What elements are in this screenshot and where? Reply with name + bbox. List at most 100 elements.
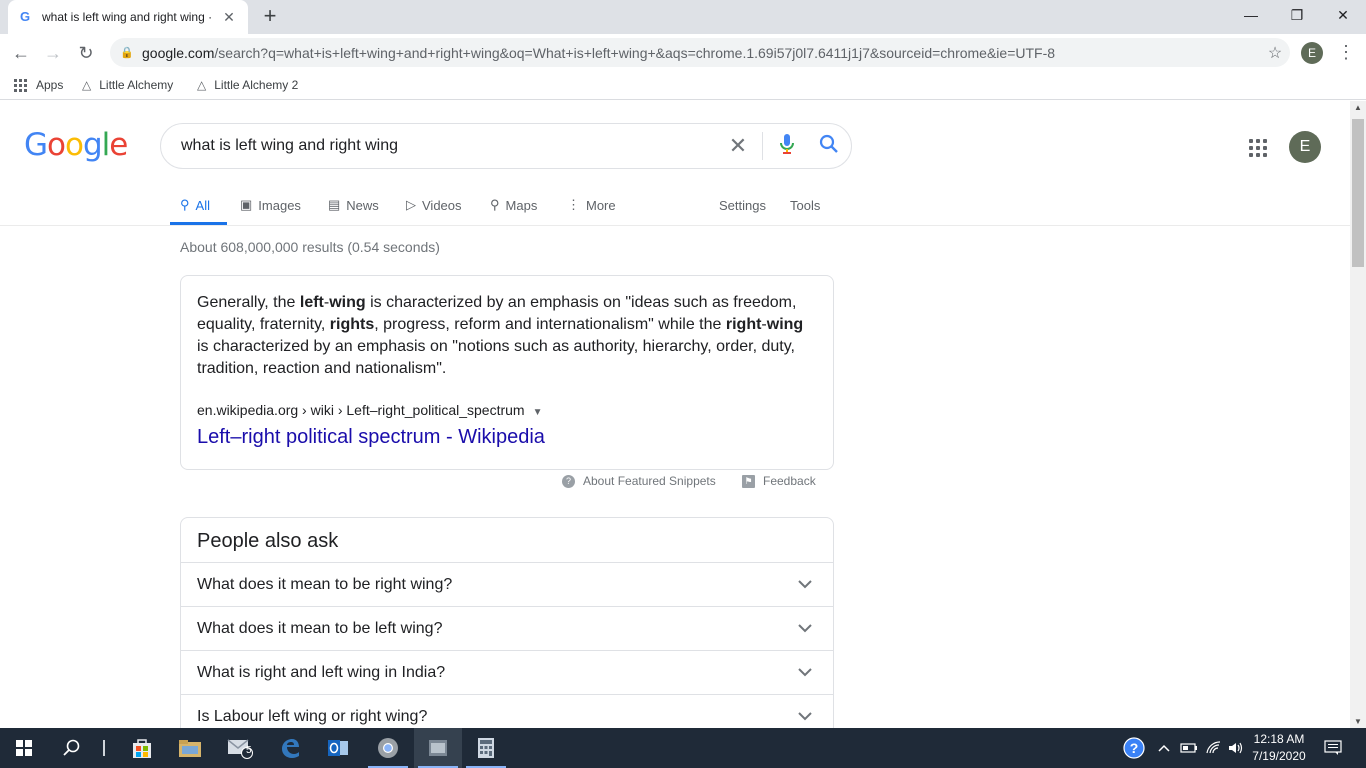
bookmarks-bar: Apps △ Little Alchemy △ Little Alchemy 2: [0, 70, 1366, 100]
browser-tab-strip: G what is left wing and right wing · ✕ +…: [0, 0, 1366, 34]
active-tab-indicator: [170, 222, 227, 225]
people-also-ask: People also ask What does it mean to be …: [180, 517, 834, 728]
tab-maps[interactable]: ⚲ Maps: [490, 195, 537, 215]
snippet-citation: en.wikipedia.org › wiki › Left–right_pol…: [197, 402, 543, 418]
scroll-up-arrow-icon[interactable]: ▲: [1350, 103, 1366, 112]
file-explorer-icon[interactable]: [166, 728, 214, 768]
wifi-icon[interactable]: [1206, 728, 1222, 768]
feedback-label: Feedback: [763, 474, 816, 488]
google-logo[interactable]: Google: [24, 127, 128, 163]
snippet-text: Generally, the left-wing is characterize…: [197, 292, 817, 380]
browser-tab[interactable]: G what is left wing and right wing · ✕: [8, 0, 248, 34]
bookmark-label: Apps: [36, 78, 64, 92]
microphone-icon[interactable]: [767, 133, 807, 160]
lock-icon: 🔒: [120, 47, 134, 59]
bookmark-label: Little Alchemy: [99, 78, 174, 92]
search-icon: ⚲: [180, 197, 190, 212]
snippet-highlight: left: [299, 294, 324, 311]
store-icon[interactable]: [118, 728, 166, 768]
tab-more[interactable]: ⋮ More: [567, 195, 616, 215]
tab-news[interactable]: ▤ News: [328, 195, 379, 215]
bookmark-apps[interactable]: Apps: [14, 76, 63, 94]
scrollbar-thumb[interactable]: [1352, 119, 1364, 267]
search-box: what is left wing and right wing ✕: [160, 123, 852, 169]
close-window-button[interactable]: ✕: [1320, 0, 1366, 32]
bookmark-little-alchemy-2[interactable]: △ Little Alchemy 2: [197, 76, 298, 94]
url-text: google.com/search?q=what+is+left+wing+an…: [142, 44, 1056, 61]
outlook-icon[interactable]: [314, 728, 362, 768]
apps-grid-icon: [14, 78, 27, 92]
system-clock[interactable]: 12:18 AM 7/19/2020: [1248, 731, 1310, 765]
chrome-icon[interactable]: [364, 728, 412, 768]
start-button[interactable]: [0, 728, 48, 768]
tab-images[interactable]: ▣ Images: [240, 195, 301, 215]
google-favicon-icon: G: [19, 9, 31, 24]
paa-question[interactable]: Is Labour left wing or right wing?: [181, 694, 833, 728]
settings-link[interactable]: Settings: [719, 195, 766, 215]
calculator-icon[interactable]: [462, 728, 510, 768]
reload-button[interactable]: ↻: [73, 40, 99, 66]
snippet-segment: Generally, the: [197, 294, 300, 311]
snippet-highlight: right: [725, 316, 762, 333]
edge-icon[interactable]: [266, 728, 314, 768]
tab-label: Images: [258, 197, 301, 213]
caret-down-icon[interactable]: ▼: [533, 407, 543, 418]
snippet-highlight: wing: [766, 316, 804, 333]
logo-letter: o: [65, 127, 84, 163]
snippet-highlight: wing: [329, 294, 366, 311]
minimize-button[interactable]: —: [1228, 0, 1274, 32]
map-pin-icon: ⚲: [490, 197, 500, 212]
logo-letter: G: [24, 127, 48, 163]
paa-question[interactable]: What is right and left wing in India?: [181, 650, 833, 694]
clear-icon[interactable]: ✕: [718, 133, 758, 159]
tab-all[interactable]: ⚲ All: [180, 195, 210, 215]
forward-button[interactable]: →: [40, 40, 66, 66]
page-scrollbar[interactable]: ▲ ▼: [1350, 101, 1366, 728]
help-icon[interactable]: ?: [1122, 728, 1146, 768]
google-apps-icon[interactable]: [1249, 139, 1267, 157]
logo-letter: e: [109, 127, 128, 163]
clock-date: 7/19/2020: [1252, 749, 1306, 763]
close-tab-icon[interactable]: ✕: [220, 9, 238, 26]
snippet-segment: is characterized by an emphasis on "noti…: [197, 338, 795, 377]
taskbar-app-e-icon[interactable]: [414, 728, 462, 768]
video-icon: ▷: [406, 197, 416, 212]
search-input[interactable]: what is left wing and right wing: [181, 137, 718, 155]
tab-label: All: [195, 197, 210, 213]
tab-videos[interactable]: ▷ Videos: [406, 195, 462, 215]
snippet-highlight: rights: [329, 316, 375, 333]
tray-chevron-up-icon[interactable]: [1158, 728, 1170, 768]
volume-icon[interactable]: [1228, 728, 1244, 768]
bookmark-star-icon[interactable]: ☆: [1260, 43, 1290, 63]
snippet-result-link[interactable]: Left–right political spectrum - Wikipedi…: [197, 426, 545, 449]
feedback-flag-icon: ⚑: [742, 474, 755, 488]
windows-taskbar: 5 ? 12:18 AM 7/19/2020: [0, 728, 1366, 768]
paa-question[interactable]: What does it mean to be right wing?: [181, 562, 833, 606]
result-stats: About 608,000,000 results (0.54 seconds): [180, 239, 440, 255]
tools-link[interactable]: Tools: [790, 195, 820, 215]
restore-button[interactable]: ❐: [1274, 0, 1320, 32]
search-results-page: Google what is left wing and right wing …: [0, 101, 1350, 728]
new-tab-button[interactable]: +: [258, 5, 282, 29]
logo-letter: o: [47, 127, 66, 163]
search-icon[interactable]: [807, 134, 851, 159]
tab-label: Maps: [505, 197, 538, 213]
tab-title: what is left wing and right wing ·: [42, 10, 213, 24]
feedback-link[interactable]: ⚑ Feedback: [742, 474, 816, 488]
scroll-down-arrow-icon[interactable]: ▼: [1350, 717, 1366, 726]
browser-menu-icon[interactable]: ⋮: [1336, 40, 1356, 64]
back-button[interactable]: ←: [8, 40, 34, 66]
paa-question[interactable]: What does it mean to be left wing?: [181, 606, 833, 650]
battery-icon[interactable]: [1180, 728, 1198, 768]
bookmark-little-alchemy[interactable]: △ Little Alchemy: [82, 76, 173, 94]
flask-icon: △: [82, 78, 92, 92]
about-featured-snippets[interactable]: ? About Featured Snippets: [562, 474, 716, 488]
address-bar[interactable]: 🔒 google.com/search?q=what+is+left+wing+…: [110, 38, 1290, 67]
question-text: What is right and left wing in India?: [197, 663, 446, 681]
mail-icon[interactable]: 5: [216, 728, 264, 768]
browser-profile-avatar[interactable]: E: [1301, 42, 1323, 64]
tab-label: News: [346, 197, 379, 213]
notifications-icon[interactable]: [1324, 728, 1342, 768]
search-tabs: ⚲ All ▣ Images ▤ News ▷ Videos ⚲ Maps ⋮ …: [0, 187, 1350, 226]
account-avatar[interactable]: E: [1289, 131, 1321, 163]
